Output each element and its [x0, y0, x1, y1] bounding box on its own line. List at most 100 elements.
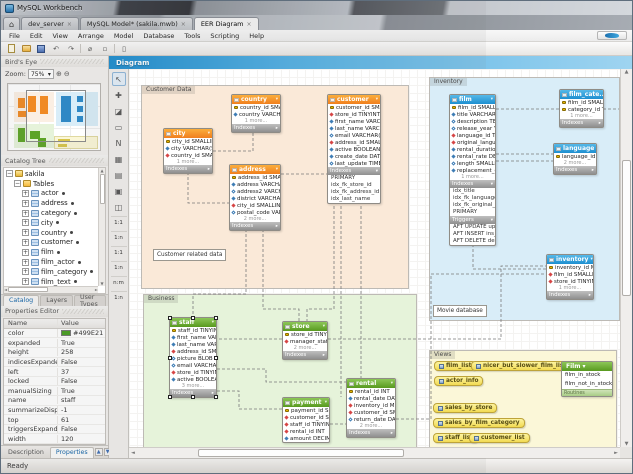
view-nicer-but-slower-film-list[interactable]: nicer_but_slower_film_list [471, 361, 571, 371]
title-bar[interactable]: MySQL Workbench [1, 1, 632, 15]
section-indexes[interactable]: Indexes▾ [328, 167, 380, 175]
layer-tool[interactable]: ▭ [112, 120, 126, 134]
close-icon[interactable]: × [181, 21, 186, 28]
property-row-width[interactable]: width120 [4, 434, 105, 444]
tree-expander-icon[interactable]: + [22, 259, 29, 266]
table-header[interactable]: store▾ [283, 322, 327, 331]
tab-properties[interactable]: Properties [50, 447, 94, 458]
menu-help[interactable]: Help [244, 32, 269, 40]
tab-eer-diagram[interactable]: EER Diagram× [194, 17, 259, 30]
section-indexes[interactable]: Indexes▸ [232, 124, 280, 132]
tree-item-category[interactable]: +category [4, 208, 98, 218]
view-customer-list[interactable]: customer_list [469, 433, 530, 443]
rel-11-non-identifying-tool[interactable]: 1:1 [111, 216, 127, 229]
selection-handle[interactable] [168, 316, 172, 320]
property-row-triggersexpanded[interactable]: triggersExpandedFalse [4, 425, 105, 435]
birds-eye-minimap[interactable] [7, 83, 101, 151]
menu-arrange[interactable]: Arrange [73, 32, 109, 40]
close-icon[interactable]: × [247, 21, 252, 28]
scroll-thumb[interactable] [100, 174, 105, 204]
scroll-right-arrow[interactable]: ► [614, 450, 618, 456]
property-row-name[interactable]: namestaff [4, 396, 105, 406]
diagram-table-language[interactable]: language▾language_id TINY...2 more...Ind… [553, 143, 597, 175]
selection-handle[interactable] [214, 395, 218, 399]
table-header[interactable]: film_cate...▾ [560, 90, 603, 99]
tree-expander-icon[interactable]: + [22, 239, 29, 246]
property-row-locked[interactable]: lockedFalse [4, 377, 105, 387]
menu-tools[interactable]: Tools [179, 32, 205, 40]
toggle-grid-icon[interactable]: ▫ [99, 43, 111, 54]
diagram-table-staff[interactable]: staff▾staff_id TINYINTfirst_name VARCH..… [169, 317, 217, 398]
scroll-thumb[interactable] [8, 287, 48, 292]
selection-handle[interactable] [191, 395, 195, 399]
note-tool[interactable]: N [112, 136, 126, 150]
property-row-summarizedisplay[interactable]: summarizeDisplay-1 [4, 406, 105, 416]
tree-expander-icon[interactable]: + [22, 278, 29, 285]
selection-handle[interactable] [168, 395, 172, 399]
minimap-viewport[interactable] [26, 90, 86, 142]
rel-11-identifying-tool[interactable]: 1:1 [111, 246, 127, 259]
diagram-tab-header[interactable]: Diagram [109, 56, 632, 69]
zoom-select[interactable]: 75% ▾ [28, 69, 54, 79]
scroll-down-arrow[interactable]: ▼ [100, 281, 103, 286]
cursor-tool[interactable]: ↖ [112, 72, 126, 86]
new-page-icon[interactable]: ▯ [118, 43, 130, 54]
scroll-right-arrow[interactable]: ► [95, 287, 98, 292]
save-model-icon[interactable] [35, 43, 47, 54]
scroll-thumb[interactable] [622, 160, 631, 296]
table-header[interactable]: film▾ [450, 95, 495, 104]
scroll-left-arrow[interactable]: ◄ [4, 287, 7, 292]
scroll-up-arrow[interactable]: ▲ [100, 168, 103, 173]
tree-item-sakila[interactable]: −sakila [4, 169, 98, 179]
section-indexes[interactable]: Indexes▸ [560, 119, 603, 127]
property-row-manualsizing[interactable]: manualSizingTrue [4, 386, 105, 396]
routine-group-tool[interactable]: ◫ [112, 200, 126, 214]
table-header[interactable]: language▾ [554, 144, 596, 153]
tree-item-address[interactable]: +address [4, 198, 98, 208]
diagram-table-rental[interactable]: rental▾rental_id INTrental_date DATE...i… [346, 378, 396, 438]
section-indexes[interactable]: Indexes▸ [347, 429, 395, 437]
diagram-table-film[interactable]: film▾film_id SMALLINTtitle VARCHAR(255)d… [449, 94, 496, 246]
open-model-icon[interactable] [20, 43, 32, 54]
property-row-height[interactable]: height258 [4, 348, 105, 358]
diagram-table-film-cate[interactable]: film_cate...▾film_id SMALLINTcategory_id… [559, 89, 604, 128]
tree-expander-icon[interactable]: + [22, 200, 29, 207]
section-indexes[interactable]: Indexes▸ [283, 351, 327, 359]
rel-1n-non-identifying-tool[interactable]: 1:n [111, 231, 127, 244]
view-tool[interactable]: ▣ [112, 184, 126, 198]
image-tool[interactable]: ▦ [112, 152, 126, 166]
table-header[interactable]: customer▾ [328, 95, 380, 104]
menu-scripting[interactable]: Scripting [205, 32, 244, 40]
table-header[interactable]: payment▾ [283, 398, 329, 407]
scroll-down-arrow[interactable]: ▼ [625, 441, 629, 447]
canvas-horizontal-scrollbar[interactable]: ◄► [129, 447, 620, 458]
property-row-indicesexpanded[interactable]: indicesExpandedFalse [4, 358, 105, 368]
section-indexes[interactable]: Indexes▸ [547, 291, 593, 299]
tree-item-country[interactable]: +country [4, 228, 98, 238]
tree-item-film-category[interactable]: +film_category [4, 267, 98, 277]
section-indexes[interactable]: Indexes▾ [450, 180, 495, 188]
property-row-top[interactable]: top61 [4, 415, 105, 425]
menu-edit[interactable]: Edit [25, 32, 48, 40]
menu-view[interactable]: View [47, 32, 72, 40]
section-triggers[interactable]: Triggers▾ [450, 216, 495, 224]
tree-expander-icon[interactable]: + [22, 268, 29, 275]
view-actor-info[interactable]: actor_info [434, 376, 483, 386]
table-header[interactable]: inventory▾ [547, 255, 593, 264]
undo-icon[interactable]: ↶ [50, 43, 62, 54]
tab-mysql-model-sakila-mwb[interactable]: MySQL Model* (sakila.mwb)× [80, 17, 193, 30]
diagram-table-inventory[interactable]: inventory▾inventory_id MEDI...film_id SM… [546, 254, 594, 300]
scroll-up-arrow[interactable]: ▲ [625, 69, 629, 75]
tree-item-customer[interactable]: +customer [4, 238, 98, 248]
selection-handle[interactable] [214, 316, 218, 320]
tree-expander-icon[interactable]: + [22, 210, 29, 217]
scroll-thumb[interactable] [198, 449, 404, 457]
zoom-out-button[interactable]: ⊖ [64, 70, 70, 78]
diagram-table-store[interactable]: store▾store_id TINYINTmanager_staff_id .… [282, 321, 328, 360]
section-indexes[interactable]: Indexes▸ [230, 222, 280, 230]
diagram-table-payment[interactable]: payment▾payment_id SMAL...customer_id SM… [282, 397, 330, 443]
section-indexes[interactable]: Indexes▸ [164, 165, 212, 173]
routine-group-film[interactable]: Film▾film_in_stockfilm_not_in_stockRouti… [561, 361, 613, 397]
table-tool[interactable]: ▤ [112, 168, 126, 182]
tab-user-types[interactable]: User Types [74, 295, 106, 306]
